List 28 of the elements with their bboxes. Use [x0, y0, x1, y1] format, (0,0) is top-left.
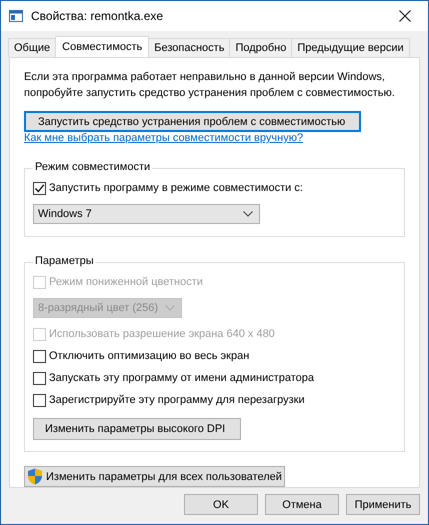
dialog-button[interactable]: OK	[184, 494, 258, 515]
app-icon	[9, 10, 23, 22]
dialog-button[interactable]: Отмена	[265, 494, 339, 515]
checkbox[interactable]: Запускать эту программу от имени администратора	[33, 370, 396, 386]
tab[interactable]: Совместимость	[55, 36, 150, 57]
tab[interactable]: Предыдущие версии	[291, 38, 410, 57]
checkbox-icon[interactable]	[33, 182, 46, 195]
checkbox[interactable]: Отключить оптимизацию во весь экран	[33, 348, 396, 364]
all-users-button[interactable]: Изменить параметры для всех пользователей	[24, 466, 285, 487]
group-title: Параметры	[33, 255, 96, 268]
dpi-settings-button[interactable]: Изменить параметры высокого DPI	[33, 418, 241, 440]
close-icon[interactable]	[399, 10, 411, 22]
group-title: Режим совместимости	[33, 161, 152, 174]
checkbox-icon[interactable]	[33, 350, 46, 363]
dialog-button[interactable]: Применить	[346, 494, 420, 515]
chevron-down-icon	[243, 211, 253, 218]
checkbox[interactable]: Запустить программу в режиме совместимости с:	[33, 180, 396, 196]
dropdown[interactable]: Windows 7	[33, 204, 260, 224]
chevron-down-icon	[165, 305, 175, 312]
troubleshooter-button[interactable]: Запустить средство устранения проблем с совместимостью	[24, 111, 361, 132]
window-title: Свойства: remontka.exe	[31, 9, 164, 23]
checkbox[interactable]: Зарегистрируйте эту программу для перезагрузки	[33, 392, 396, 408]
help-link[interactable]: Как мне выбрать параметры совместимости вручную?	[24, 132, 304, 144]
tab[interactable]: Общие	[8, 38, 56, 57]
checkbox-icon[interactable]	[33, 372, 46, 385]
checkbox-icon[interactable]	[33, 394, 46, 407]
description-text: Если эта программа работает неправильно в данной версии Windows, попробуйте запустить средство устранения проблем с совместимостью.	[24, 70, 396, 101]
shield-icon	[27, 468, 43, 486]
